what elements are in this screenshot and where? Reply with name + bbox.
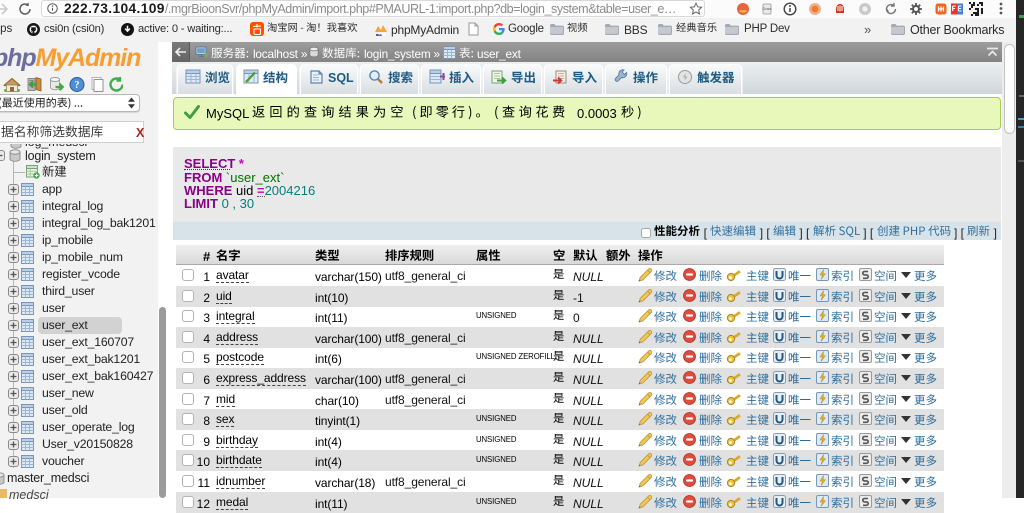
svg-text:?: ? bbox=[75, 80, 80, 91]
svg-text:PMA: PMA bbox=[379, 33, 387, 36]
svg-text:Doss: Doss bbox=[762, 6, 771, 11]
